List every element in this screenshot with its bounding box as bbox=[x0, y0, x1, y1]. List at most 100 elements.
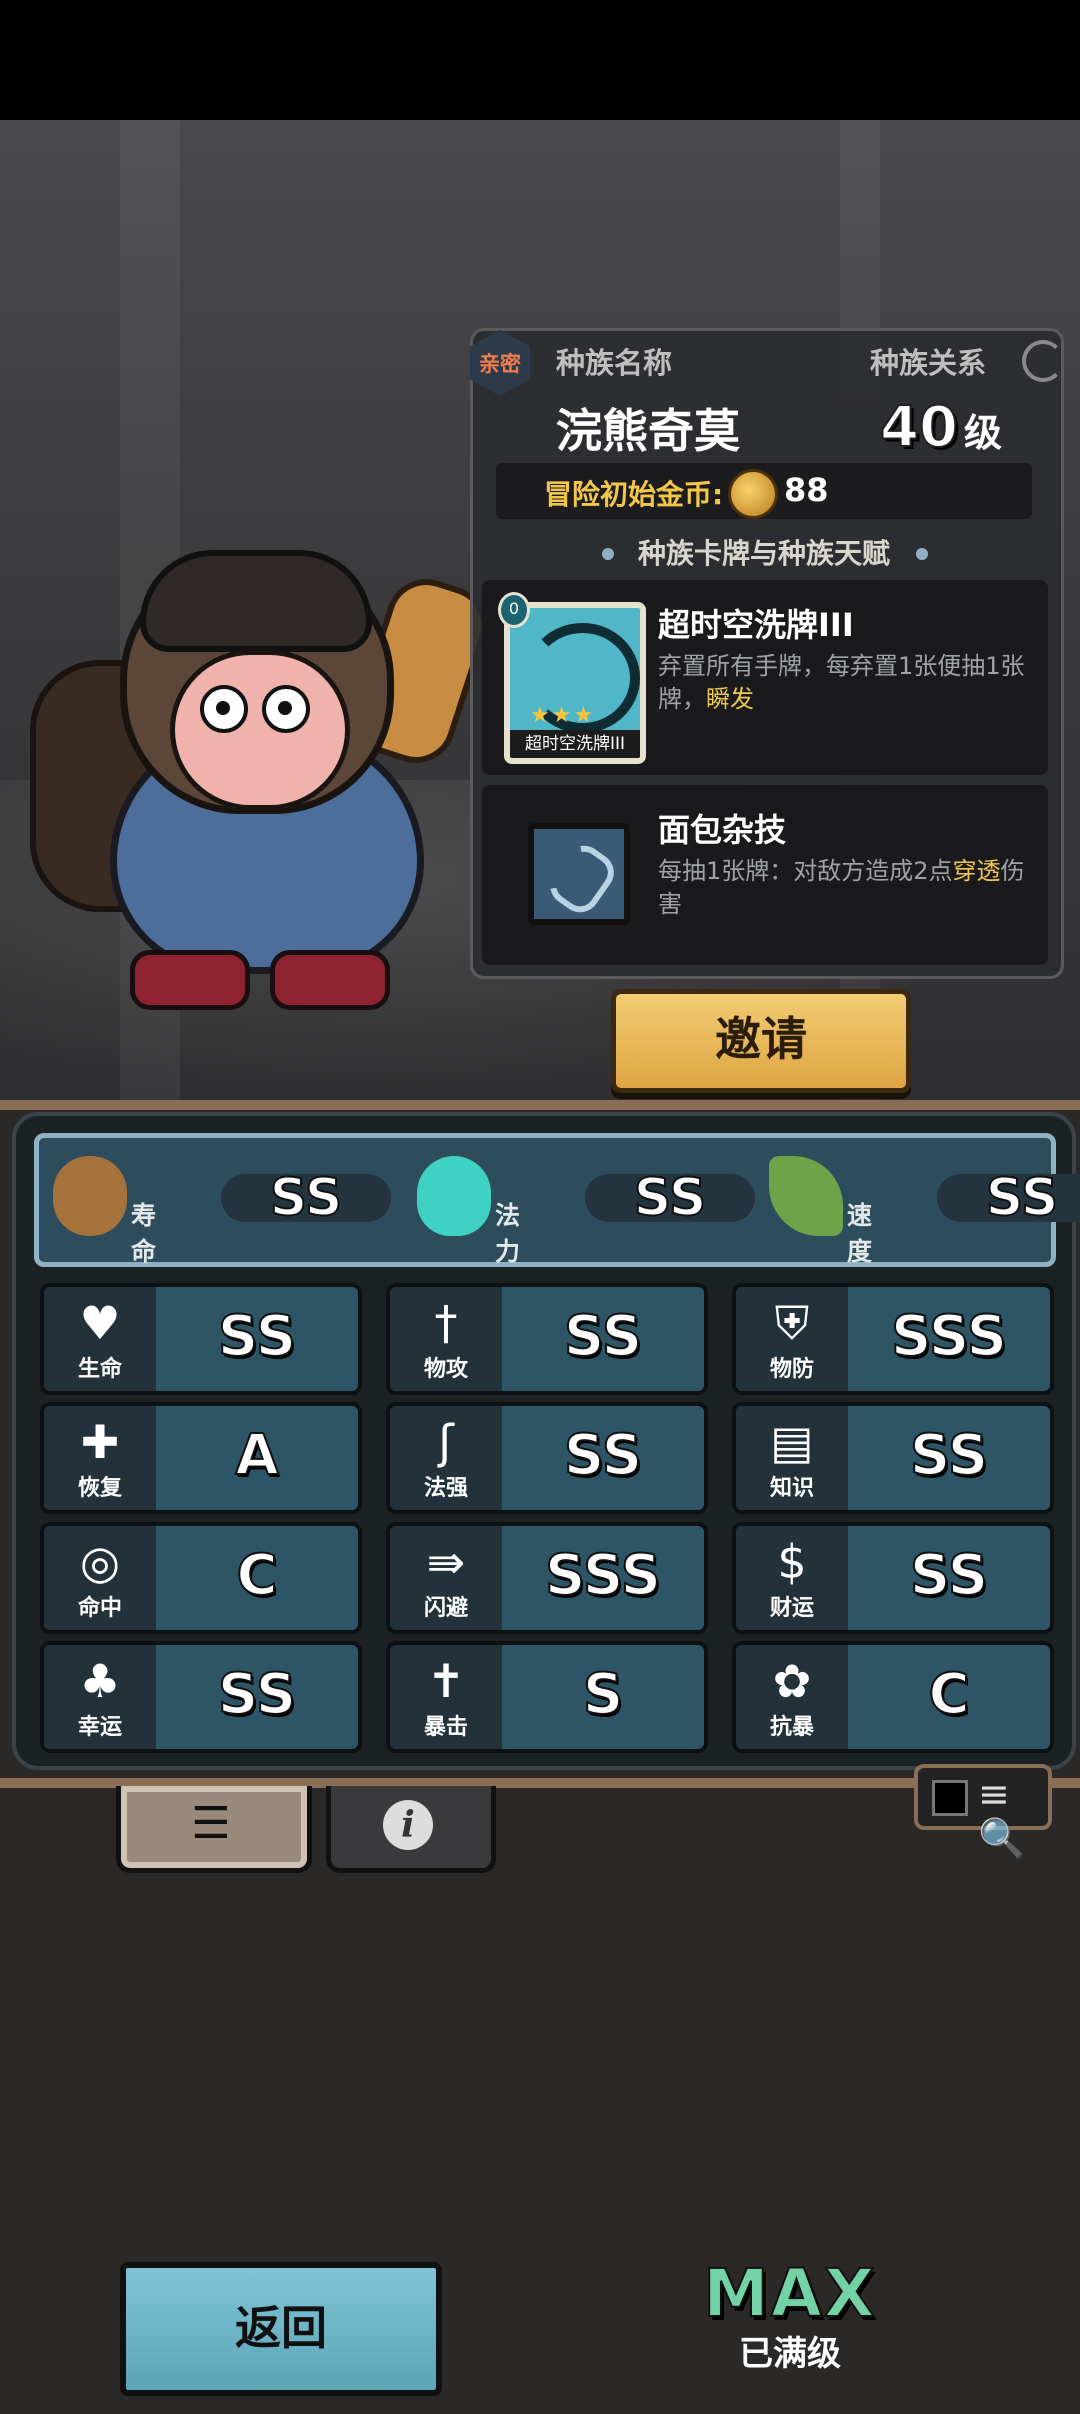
crit-sword-icon: ✝ bbox=[426, 1654, 466, 1708]
checkbox[interactable] bbox=[932, 1780, 968, 1816]
start-gold-bar: 冒险初始金币: 88 bbox=[496, 463, 1032, 519]
stat-grade: A bbox=[234, 1422, 279, 1489]
stat-cell[interactable]: $ 财运 SS bbox=[732, 1522, 1054, 1634]
coin-icon: $ bbox=[777, 1535, 807, 1589]
stat-grade: SS bbox=[217, 1303, 297, 1370]
sword-icon: † bbox=[434, 1296, 458, 1350]
stat-icon-cell: † 物攻 bbox=[390, 1287, 502, 1391]
info-icon: i bbox=[383, 1800, 433, 1850]
stat-cell[interactable]: ʃ 法强 SS bbox=[386, 1402, 708, 1514]
stat-name: 物防 bbox=[769, 1357, 814, 1382]
stat-grade: SS bbox=[909, 1542, 989, 1609]
status-bar bbox=[0, 0, 1080, 120]
stat-grade: SS bbox=[217, 1661, 297, 1728]
stat-name: 抗暴 bbox=[769, 1715, 814, 1740]
flame-icon bbox=[417, 1156, 491, 1236]
stat-icon-cell: ✚ 恢复 bbox=[44, 1406, 156, 1510]
max-label: MAX bbox=[702, 2254, 877, 2333]
stat-cell[interactable]: † 物攻 SS bbox=[386, 1283, 708, 1395]
heart-plus-icon: ✚ bbox=[80, 1415, 120, 1469]
card-image-caption: 超时空洗牌III bbox=[510, 730, 640, 758]
stat-cell[interactable]: ✝ 暴击 S bbox=[386, 1641, 708, 1753]
stat-grade: SSS bbox=[544, 1542, 662, 1609]
start-gold-value: 88 bbox=[784, 471, 829, 509]
stat-cell[interactable]: ♥ 生命 SS bbox=[40, 1283, 362, 1395]
stat-grade: SS bbox=[563, 1303, 643, 1370]
talent-title: 面包杂技 bbox=[658, 811, 787, 849]
swirl-icon[interactable] bbox=[1022, 340, 1064, 382]
stat-cell[interactable]: ◎ 命中 C bbox=[40, 1522, 362, 1634]
stat-grade: SS bbox=[909, 1422, 989, 1489]
shield-flower-icon: ✿ bbox=[772, 1654, 812, 1708]
stat-name: 生命 bbox=[77, 1357, 122, 1382]
race-name-label: 种族名称 bbox=[556, 346, 673, 380]
stat-icon-cell: ◎ 命中 bbox=[44, 1526, 156, 1630]
stat-name: 法强 bbox=[423, 1476, 468, 1501]
stat-cell[interactable]: ⛨ 物防 SSS bbox=[732, 1283, 1054, 1395]
stat-name: 物攻 bbox=[423, 1357, 468, 1382]
mushroom-head-icon bbox=[53, 1156, 127, 1236]
wing-icon bbox=[769, 1156, 843, 1236]
race-card-entry[interactable]: ★★★ 超时空洗牌III 0 超时空洗牌III 弃置所有手牌，每弃置1张便抽1张… bbox=[482, 580, 1048, 775]
heart-icon: ♥ bbox=[79, 1296, 121, 1350]
staff-icon: ʃ bbox=[438, 1415, 454, 1469]
card-title: 超时空洗牌III bbox=[658, 606, 854, 644]
level-unit: 级 bbox=[963, 411, 1002, 455]
stat-cell[interactable]: ✚ 恢复 A bbox=[40, 1402, 362, 1514]
stat-icon-cell: ♥ 生命 bbox=[44, 1287, 156, 1391]
stat-name: 命中 bbox=[77, 1596, 122, 1621]
race-talent-entry[interactable]: 面包杂技 每抽1张牌：对敌方造成2点穿透伤害 bbox=[482, 785, 1048, 965]
race-level: 40 级 bbox=[879, 394, 1002, 461]
race-relation-button[interactable]: 种族关系 bbox=[870, 340, 986, 382]
armor-icon: ⛨ bbox=[774, 1296, 810, 1350]
stat-icon-cell: ⇛ 闪避 bbox=[390, 1526, 502, 1630]
stat-icon-cell: ✝ 暴击 bbox=[390, 1645, 502, 1749]
race-name: 浣熊奇莫 bbox=[556, 404, 740, 458]
section-title: 种族卡牌与种族天赋 bbox=[637, 537, 890, 570]
raccoon-character-illustration bbox=[30, 500, 498, 1020]
target-icon: ◎ bbox=[79, 1535, 121, 1589]
bread-talent-icon bbox=[528, 823, 630, 925]
dash-arrow-icon: ⇛ bbox=[426, 1535, 466, 1589]
stat-grade: SSS bbox=[890, 1303, 1008, 1370]
stat-name: 财运 bbox=[769, 1596, 814, 1621]
tab-stats-list[interactable]: ☰ bbox=[116, 1786, 312, 1873]
list-icon: ☰ bbox=[191, 1798, 231, 1849]
stat-cell[interactable]: ⇛ 闪避 SSS bbox=[386, 1522, 708, 1634]
gold-coin-icon bbox=[728, 469, 778, 519]
stat-icon-cell: ⛨ 物防 bbox=[736, 1287, 848, 1391]
card-description: 弃置所有手牌，每弃置1张便抽1张牌，瞬发 bbox=[658, 652, 1025, 713]
stat-cell[interactable]: ✿ 抗暴 C bbox=[732, 1641, 1054, 1753]
stat-grade: S bbox=[582, 1661, 624, 1728]
max-sub-label: 已满级 bbox=[739, 2334, 841, 2374]
stat-icon-cell: ♣ 幸运 bbox=[44, 1645, 156, 1749]
stat-icon-cell: ʃ 法强 bbox=[390, 1406, 502, 1510]
max-level-indicator: MAX 已满级 bbox=[700, 2254, 880, 2375]
stat-cell[interactable]: ♣ 幸运 SS bbox=[40, 1641, 362, 1753]
stat-icon-cell: $ 财运 bbox=[736, 1526, 848, 1630]
back-button[interactable]: 返回 bbox=[120, 2262, 442, 2396]
relation-badge: 亲密 bbox=[470, 330, 530, 396]
stat-cell[interactable]: ▤ 知识 SS bbox=[732, 1402, 1054, 1514]
stat-grade: SS bbox=[563, 1422, 643, 1489]
stat-grade: C bbox=[235, 1542, 278, 1609]
stat-name: 暴击 bbox=[423, 1715, 468, 1740]
stat-name: 恢复 bbox=[77, 1476, 122, 1501]
list-search-icon: ≡🔍 bbox=[978, 1772, 1026, 1860]
start-gold-label: 冒险初始金币: bbox=[544, 478, 724, 511]
stat-name: 知识 bbox=[769, 1476, 814, 1501]
stat-grade: C bbox=[927, 1661, 970, 1728]
talent-description: 每抽1张牌：对敌方造成2点穿透伤害 bbox=[658, 857, 1025, 918]
stat-name: 闪避 bbox=[423, 1596, 468, 1621]
level-number: 40 bbox=[879, 394, 959, 461]
stat-icon-cell: ▤ 知识 bbox=[736, 1406, 848, 1510]
frame-divider-top bbox=[0, 1100, 1080, 1110]
clover-icon: ♣ bbox=[79, 1654, 121, 1708]
filter-toggle[interactable]: ≡🔍 bbox=[914, 1764, 1052, 1860]
trait-row: 寿命 SS 法力 SS 速度 SS bbox=[34, 1133, 1080, 1267]
card-cost-icon: 0 bbox=[498, 592, 530, 628]
stat-icon-cell: ✿ 抗暴 bbox=[736, 1645, 848, 1749]
tab-info[interactable]: i bbox=[326, 1786, 496, 1873]
card-image[interactable]: ★★★ 超时空洗牌III bbox=[504, 602, 646, 764]
invite-button[interactable]: 邀请 bbox=[611, 989, 911, 1093]
